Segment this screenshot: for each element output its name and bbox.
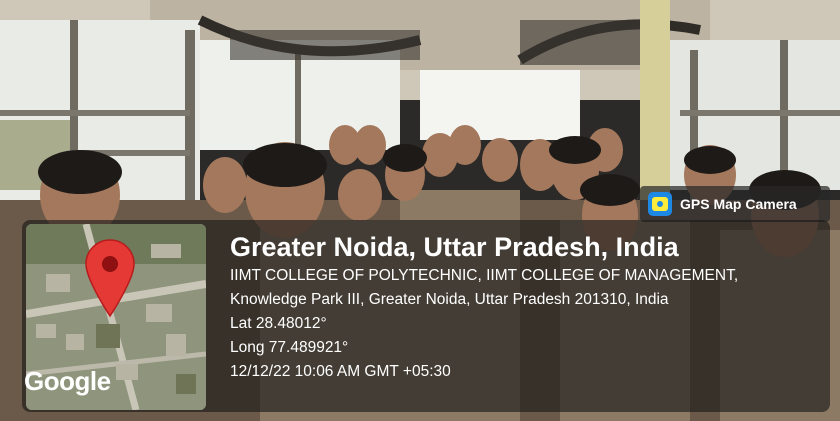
google-logo: Google — [24, 366, 111, 396]
location-title: Greater Noida, Uttar Pradesh, India — [230, 232, 679, 262]
longitude: Long 77.489921° — [230, 339, 349, 356]
badge-label: GPS Map Camera — [680, 196, 797, 212]
map-pin-icon — [85, 239, 135, 318]
address-line-2: Knowledge Park III, Greater Noida, Uttar… — [230, 291, 669, 308]
location-info: Greater Noida, Uttar Pradesh, India IIMT… — [230, 230, 738, 384]
timestamp: 12/12/22 10:06 AM GMT +05:30 — [230, 363, 451, 380]
gps-camera-icon — [648, 192, 672, 216]
gps-map-camera-badge: GPS Map Camera — [640, 186, 830, 222]
address-line-1: IIMT COLLEGE OF POLYTECHNIC, IIMT COLLEG… — [230, 267, 739, 284]
latitude: Lat 28.48012° — [230, 315, 327, 332]
